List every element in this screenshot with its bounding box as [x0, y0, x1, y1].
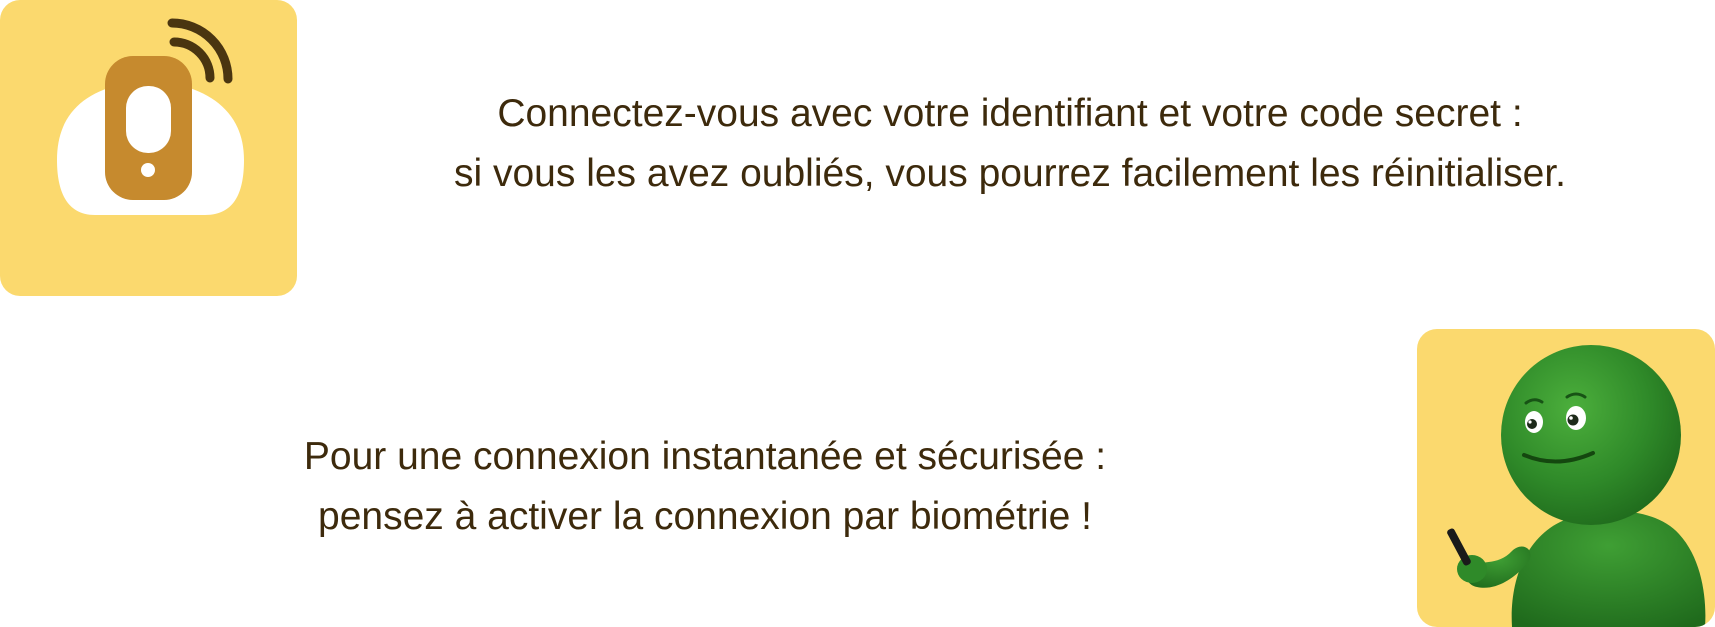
phone-illustration-card — [0, 0, 297, 296]
login-info-line-2: si vous les avez oubliés, vous pourrez f… — [453, 152, 1566, 195]
login-info-text: Connectez-vous avec votre identifiant et… — [400, 84, 1620, 204]
biometric-info-line-1: Pour une connexion instantanée et sécuri… — [303, 435, 1107, 478]
biometric-info-text: Pour une connexion instantanée et sécuri… — [200, 427, 1210, 547]
green-mascot-with-phone-icon — [1447, 345, 1706, 627]
mascot-illustration-card — [1417, 329, 1715, 627]
biometric-info-line-2: pensez à activer la connexion par biomét… — [318, 495, 1092, 538]
smartphone-wireless-icon — [57, 18, 244, 215]
login-info-line-1: Connectez-vous avec votre identifiant et… — [497, 92, 1523, 135]
